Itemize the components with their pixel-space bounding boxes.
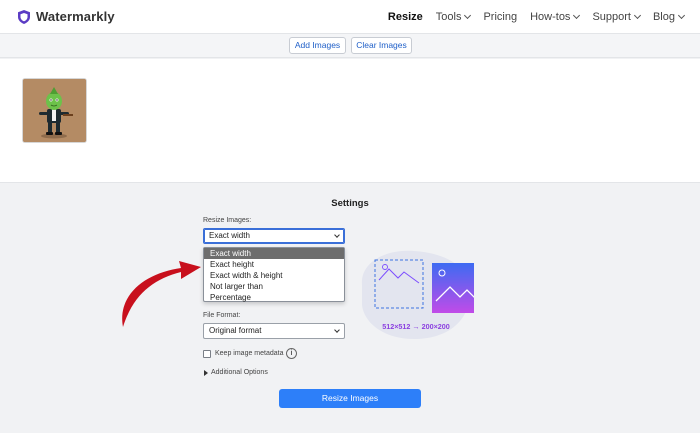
additional-options-toggle[interactable]: Additional Options (211, 369, 268, 376)
option-exact-height[interactable]: Exact height (204, 259, 344, 270)
main-nav: Resize Tools Pricing How-tos Support Blo… (375, 11, 686, 23)
shield-logo-icon (18, 9, 30, 24)
nav-label: Resize (387, 11, 423, 23)
nav-tools[interactable]: Tools (435, 11, 472, 23)
image-list (0, 59, 700, 183)
red-arrow-icon (122, 261, 201, 327)
image-thumbnail[interactable] (23, 79, 86, 142)
chevron-down-icon (334, 327, 340, 333)
image-toolbar: Add Images Clear Images (0, 34, 700, 58)
nav-label: Support (592, 11, 631, 23)
chevron-down-icon (677, 11, 686, 20)
expand-triangle-icon[interactable] (204, 370, 208, 376)
nav-label: Blog (652, 11, 675, 23)
option-exact-width-height[interactable]: Exact width & height (204, 270, 344, 281)
option-not-larger-than[interactable]: Not larger than (204, 281, 344, 292)
nav-label: Tools (435, 11, 462, 23)
resize-images-button[interactable]: Resize Images (279, 389, 421, 408)
option-exact-width[interactable]: Exact width (204, 248, 344, 259)
top-navbar: Watermarkly Resize Tools Pricing How-tos… (0, 0, 700, 34)
nav-support[interactable]: Support (592, 11, 642, 23)
info-icon[interactable]: i (286, 348, 297, 359)
brand-name: Watermarkly (36, 9, 115, 24)
resize-mode-dropdown: Exact width Exact height Exact width & h… (203, 247, 345, 302)
dimension-caption: 512×512 → 200×200 (382, 322, 450, 331)
nav-how-tos[interactable]: How-tos (530, 11, 581, 23)
option-percentage[interactable]: Percentage (204, 292, 344, 303)
resize-mode-select[interactable]: Exact width (203, 228, 345, 244)
nav-blog[interactable]: Blog (652, 11, 686, 23)
nav-label: How-tos (530, 11, 571, 23)
character-image (23, 79, 86, 142)
brand-logo[interactable]: Watermarkly (18, 9, 115, 24)
clear-images-button[interactable]: Clear Images (351, 37, 412, 54)
file-format-value: Original format (209, 326, 262, 335)
chevron-down-icon (573, 11, 581, 20)
resize-images-label: Resize Images: (203, 217, 252, 224)
file-format-select[interactable]: Original format (203, 323, 345, 339)
keep-metadata-label: Keep image metadata (215, 350, 284, 357)
resize-mode-value: Exact width (209, 231, 250, 240)
settings-title: Settings (331, 198, 369, 209)
resized-image-preview (432, 263, 474, 313)
add-images-button[interactable]: Add Images (289, 37, 346, 54)
resize-illustration: 512×512 → 200×200 (361, 250, 474, 339)
nav-pricing[interactable]: Pricing (483, 11, 517, 23)
chevron-down-icon (334, 232, 340, 238)
nav-label: Pricing (483, 11, 518, 23)
chevron-down-icon (633, 11, 642, 20)
chevron-down-icon (464, 11, 472, 20)
keep-metadata-checkbox[interactable] (203, 350, 211, 358)
nav-resize[interactable]: Resize (388, 11, 423, 23)
